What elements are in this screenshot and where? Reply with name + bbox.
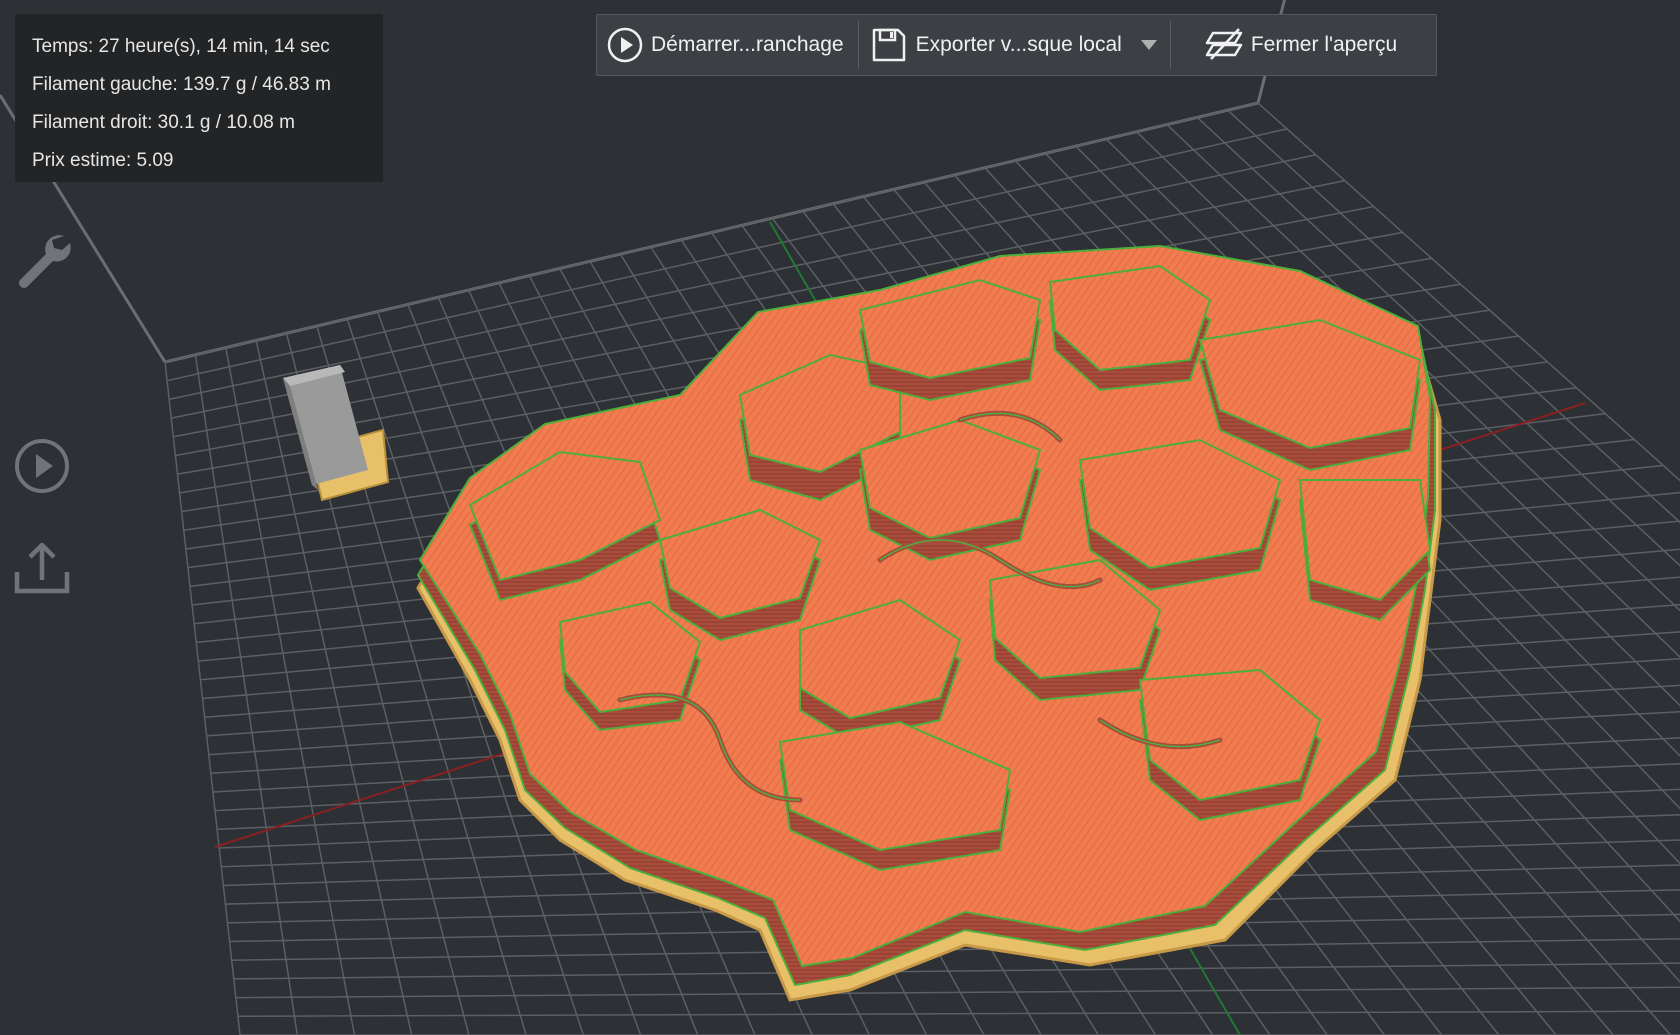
upload-icon[interactable]	[14, 540, 70, 596]
estimated-price-text: Prix estime: 5.09	[32, 150, 174, 171]
sliced-model	[416, 244, 1442, 1002]
start-slicing-label: Démarrer...ranchage	[651, 33, 844, 56]
caret-down-icon	[1140, 39, 1158, 51]
grid-line	[237, 1010, 1680, 1018]
grid-line	[233, 962, 1680, 980]
close-preview-label: Fermer l'aperçu	[1250, 33, 1398, 56]
wrench-icon[interactable]	[14, 230, 72, 292]
export-options-dropdown[interactable]	[1136, 15, 1170, 75]
prime-tower	[283, 365, 390, 502]
preview-toolbar: Démarrer...ranchage Exporter v...sque lo…	[596, 14, 1437, 76]
slice-info-panel: Temps: 27 heure(s), 14 min, 14 sec Filam…	[15, 14, 383, 182]
play-circle-icon	[607, 27, 651, 63]
start-slicing-button[interactable]: Démarrer...ranchage	[597, 15, 858, 75]
filament-left-text: Filament gauche: 139.7 g / 46.83 m	[32, 74, 331, 95]
print-time-text: Temps: 27 heure(s), 14 min, 14 sec	[32, 36, 330, 57]
play-circle-icon[interactable]	[14, 438, 70, 494]
export-button[interactable]: Exporter v...sque local	[859, 15, 1136, 75]
filament-right-text: Filament droit: 30.1 g / 10.08 m	[32, 112, 295, 133]
layers-icon	[1205, 27, 1251, 63]
export-label: Exporter v...sque local	[915, 33, 1122, 56]
floppy-disk-icon	[871, 27, 916, 63]
close-preview-button[interactable]: Fermer l'aperçu	[1171, 15, 1397, 75]
